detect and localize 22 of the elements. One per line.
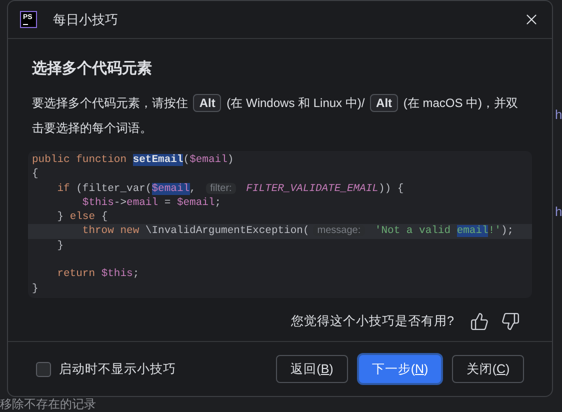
code-line: } bbox=[56, 238, 65, 254]
code-line: { bbox=[31, 167, 40, 182]
code-line: } bbox=[31, 282, 40, 296]
code-line: $this->email = $email; bbox=[81, 196, 222, 210]
dialog-button[interactable]: 关闭(C) bbox=[452, 355, 524, 383]
window-title: 每日小技巧 bbox=[53, 10, 118, 29]
tip-description: 要选择多个代码元素，请按住 Alt (在 Windows 和 Linux 中)/ Alt (在 macOS 中)，并双击要选择的每个词语。 bbox=[32, 93, 520, 137]
background-text: 移除不存在的记录 bbox=[0, 398, 96, 410]
thumbs-down-icon[interactable] bbox=[501, 312, 520, 331]
code-line: public function setEmail($email) bbox=[31, 153, 235, 168]
code-line: } else { bbox=[56, 210, 109, 224]
dialog-button[interactable]: 返回(B) bbox=[276, 355, 348, 383]
checkbox[interactable] bbox=[36, 362, 51, 376]
checkbox-label: 启动时不显示小技巧 bbox=[59, 360, 176, 378]
tip-heading: 选择多个代码元素 bbox=[32, 59, 152, 79]
code-line: if (filter_var($email, filter: FILTER_VALIDATE_EMAIL)) { bbox=[56, 182, 405, 196]
thumbs-up-icon[interactable] bbox=[470, 312, 489, 331]
feedback-question: 您觉得这个小技巧是否有用? bbox=[291, 313, 454, 330]
code-line: return $this; bbox=[56, 267, 140, 282]
dialog-button[interactable]: 下一步(N) bbox=[359, 355, 441, 383]
background-text: h bbox=[555, 108, 562, 121]
background-text: h bbox=[555, 205, 562, 218]
